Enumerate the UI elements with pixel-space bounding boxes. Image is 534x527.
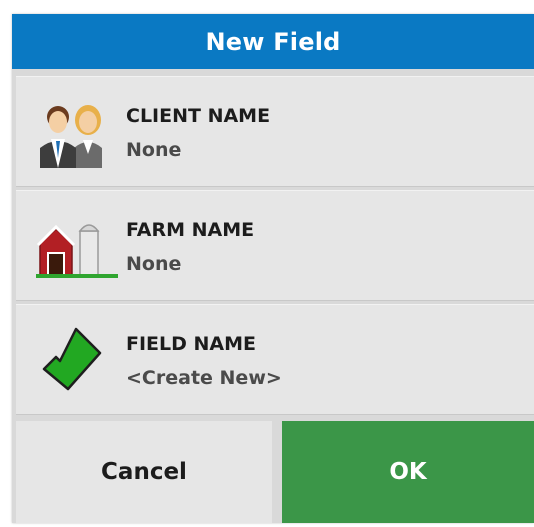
field-shape-icon	[42, 327, 102, 391]
farm-name-label: FARM NAME	[126, 219, 255, 241]
field-name-label: FIELD NAME	[126, 333, 257, 355]
cancel-button[interactable]: Cancel	[16, 421, 272, 523]
ok-button[interactable]: OK	[282, 421, 534, 523]
client-name-label: CLIENT NAME	[126, 105, 271, 127]
client-people-icon	[40, 105, 102, 168]
farm-barn-icon	[36, 224, 118, 278]
farm-name-value: None	[126, 253, 182, 275]
field-name-row[interactable]: FIELD NAME <Create New>	[16, 304, 534, 415]
client-name-value: None	[126, 139, 182, 161]
farm-name-row[interactable]: FARM NAME None	[16, 190, 534, 301]
client-name-row[interactable]: CLIENT NAME None	[16, 76, 534, 187]
field-name-value: <Create New>	[126, 367, 282, 389]
dialog-title: New Field	[12, 14, 534, 69]
new-field-dialog: New Field CLIENT NAME None FARM NAME Non…	[12, 14, 534, 523]
